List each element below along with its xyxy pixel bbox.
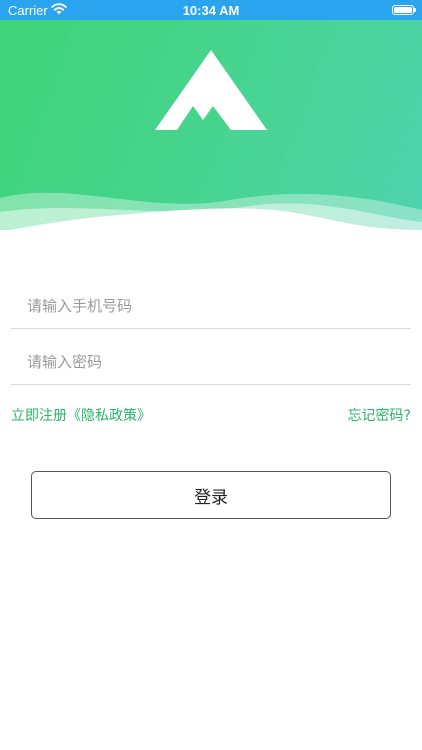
login-button[interactable]: 登录 [31,471,391,519]
status-time: 10:34 AM [182,3,240,18]
phone-field [11,283,411,329]
forgot-password-link[interactable]: 忘记密码? [348,405,411,425]
phone-input[interactable] [27,293,397,319]
wave-decoration [0,192,422,230]
password-field [11,339,411,385]
register-privacy-link[interactable]: 立即注册《隐私政策》 [11,405,151,425]
mountain-logo-icon [155,50,267,130]
status-bar: Carrier 10:34 AM [0,0,422,20]
battery-icon [392,5,416,15]
password-input[interactable] [27,349,397,375]
header-banner [0,20,422,230]
